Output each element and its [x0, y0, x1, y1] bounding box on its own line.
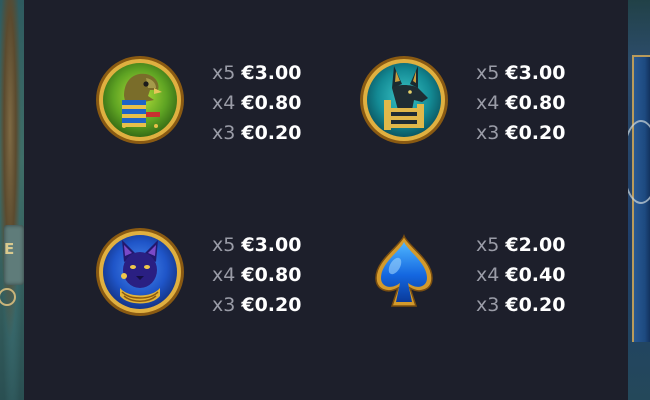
anubis-jackal-icon [358, 54, 450, 146]
payout-amount: €3.00 [241, 62, 302, 84]
payout-amount: €3.00 [241, 234, 302, 256]
payout-row: x3 €0.20 [212, 118, 382, 148]
hieroglyph-decoration: E [4, 240, 15, 258]
payout-row: x3 €0.20 [212, 290, 382, 320]
payout-list: x5 €3.00 x4 €0.80 x3 €0.20 [476, 58, 646, 148]
payout-row: x4 €0.40 [476, 260, 646, 290]
payout-row: x4 €0.80 [212, 88, 382, 118]
payout-amount: €3.00 [505, 62, 566, 84]
payout-multiplier: x5 [476, 62, 500, 84]
payout-multiplier: x3 [476, 294, 500, 316]
payout-multiplier: x4 [212, 264, 236, 286]
game-screen: E x5 €3.00 x4 €0.80 x3 €0.20 x5 €3.00 x4… [0, 0, 650, 400]
payout-amount: €0.80 [505, 92, 566, 114]
payout-list: x5 €2.00 x4 €0.40 x3 €0.20 [476, 230, 646, 320]
payout-multiplier: x3 [212, 294, 236, 316]
payout-list: x5 €3.00 x4 €0.80 x3 €0.20 [212, 58, 382, 148]
background-left-edge: E [0, 0, 24, 400]
payout-amount: €0.40 [505, 264, 566, 286]
payout-amount: €0.80 [241, 264, 302, 286]
payout-multiplier: x5 [212, 234, 236, 256]
bastet-cat-icon [94, 226, 186, 318]
payout-amount: €0.20 [241, 122, 302, 144]
payout-amount: €0.20 [505, 294, 566, 316]
paytable-entry-spade: x5 €2.00 x4 €0.40 x3 €0.20 [358, 212, 650, 332]
payout-row: x5 €2.00 [476, 230, 646, 260]
payout-multiplier: x4 [476, 92, 500, 114]
payout-row: x5 €3.00 [476, 58, 646, 88]
horus-falcon-icon [94, 54, 186, 146]
payout-multiplier: x4 [476, 264, 500, 286]
payout-amount: €0.20 [505, 122, 566, 144]
payout-multiplier: x3 [212, 122, 236, 144]
payout-row: x5 €3.00 [212, 230, 382, 260]
payout-amount: €2.00 [505, 234, 566, 256]
payout-list: x5 €3.00 x4 €0.80 x3 €0.20 [212, 230, 382, 320]
paytable-panel: x5 €3.00 x4 €0.80 x3 €0.20 x5 €3.00 x4 €… [24, 0, 628, 400]
payout-row: x3 €0.20 [476, 290, 646, 320]
paytable-entry-anubis: x5 €3.00 x4 €0.80 x3 €0.20 [358, 40, 650, 160]
payout-multiplier: x3 [476, 122, 500, 144]
payout-multiplier: x5 [212, 62, 236, 84]
payout-amount: €0.20 [241, 294, 302, 316]
ring-decoration [0, 288, 16, 306]
payout-row: x3 €0.20 [476, 118, 646, 148]
payout-multiplier: x5 [476, 234, 500, 256]
blue-spade-icon [358, 226, 450, 318]
payout-row: x4 €0.80 [476, 88, 646, 118]
payout-amount: €0.80 [241, 92, 302, 114]
payout-multiplier: x4 [212, 92, 236, 114]
paytable-entry-bastet: x5 €3.00 x4 €0.80 x3 €0.20 [94, 212, 394, 332]
paytable-entry-horus: x5 €3.00 x4 €0.80 x3 €0.20 [94, 40, 394, 160]
payout-row: x4 €0.80 [212, 260, 382, 290]
payout-row: x5 €3.00 [212, 58, 382, 88]
